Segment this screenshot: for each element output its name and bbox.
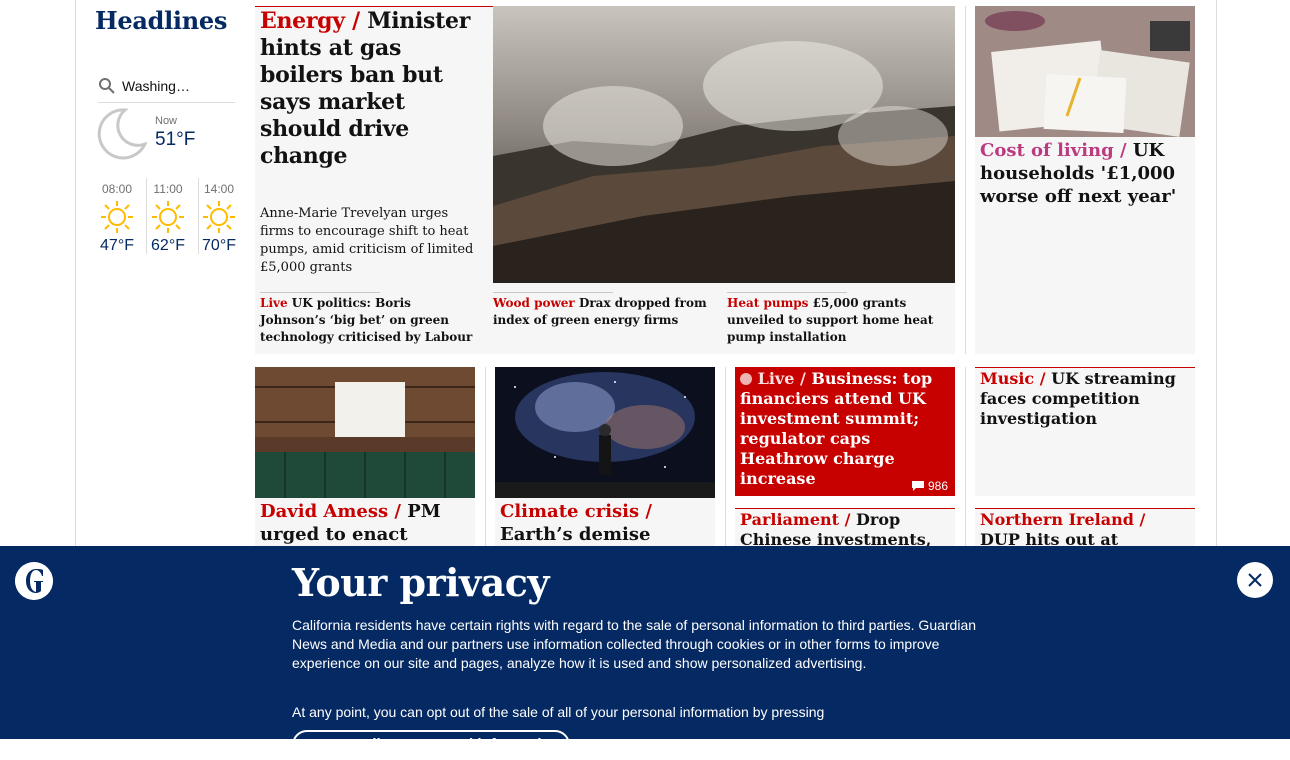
weather-now-label: Now — [155, 115, 178, 127]
card-kicker: Music — [980, 369, 1035, 388]
privacy-text-optout: At any point, you can opt out of the sal… — [292, 704, 825, 720]
main-standfirst: Anne-Marie Trevelyan urges firms to enco… — [260, 206, 474, 275]
card-kicker: David Amess — [260, 501, 389, 522]
section-rule — [975, 367, 1195, 368]
business-headline[interactable]: Live / Business: top financiers attend U… — [740, 369, 950, 489]
privacy-title: Your privacy — [292, 560, 550, 605]
guardian-logo-icon — [15, 562, 53, 600]
sublink-text: UK politics: Boris Johnson’s ‘big bet’ o… — [260, 296, 473, 344]
forecast-time: 08:00 — [101, 182, 133, 196]
forecast-item: 14:00 70°F — [194, 178, 244, 254]
sublink-kicker: Heat pumps — [727, 296, 809, 310]
column-divider — [485, 367, 486, 547]
close-button[interactable] — [1237, 562, 1273, 598]
sun-icon — [152, 201, 184, 233]
music-headline[interactable]: Music / UK streaming faces competition i… — [980, 369, 1190, 429]
kicker-slash: / — [639, 501, 652, 522]
sun-icon — [101, 201, 133, 233]
space-speaker-image — [495, 367, 715, 498]
forecast-temp: 70°F — [202, 237, 236, 254]
forecast-temp: 47°F — [100, 237, 134, 254]
section-title: Headlines — [95, 6, 228, 35]
column-divider — [965, 367, 966, 547]
sublink-2[interactable]: Wood power Drax dropped from index of gr… — [493, 295, 708, 329]
section-rule — [735, 508, 955, 509]
forecast-temp: 62°F — [151, 237, 185, 254]
kicker-slash: / — [1113, 140, 1133, 161]
card-kicker: Northern Ireland — [980, 510, 1134, 529]
kicker-slash: / — [344, 8, 368, 34]
kicker-slash: / — [1034, 369, 1052, 388]
forecast-item: 11:00 62°F — [143, 178, 193, 254]
bills-paperwork-image — [975, 6, 1195, 137]
kicker-slash: / — [794, 369, 812, 388]
card-kicker: Parliament — [740, 510, 840, 529]
live-dot-icon — [740, 373, 752, 385]
committee-room-image — [255, 367, 475, 498]
search-icon — [99, 78, 115, 94]
sublink-rule — [260, 292, 380, 293]
sublink-kicker: Live — [260, 296, 288, 310]
sublink-1[interactable]: Live UK politics: Boris Johnson’s ‘big b… — [260, 295, 475, 346]
sublink-kicker: Wood power — [493, 296, 575, 310]
section-rule — [975, 508, 1195, 509]
comment-icon — [912, 481, 924, 491]
kicker-slash: / — [1133, 510, 1146, 529]
weather-location-search[interactable]: Washing… — [98, 70, 235, 103]
comment-count[interactable]: 986 — [912, 479, 948, 493]
main-headline[interactable]: Energy / Minister hints at gas boilers b… — [260, 8, 485, 170]
kicker-slash: / — [388, 501, 408, 522]
sun-icon — [203, 201, 235, 233]
moon-icon — [97, 108, 147, 160]
card-kicker: Live — [757, 369, 795, 388]
weather-location-label: Washing… — [122, 78, 190, 94]
sublink-3[interactable]: Heat pumps £5,000 grants unveiled to sup… — [727, 295, 942, 346]
column-divider — [725, 367, 726, 547]
privacy-text: California residents have certain rights… — [292, 617, 977, 671]
cost-of-living-headline[interactable]: Cost of living / UK households '£1,000 w… — [980, 139, 1180, 208]
comment-count-value: 986 — [928, 479, 949, 493]
houses-chimneys-image — [493, 6, 955, 283]
forecast-time: 14:00 — [203, 182, 235, 196]
sublink-rule — [493, 292, 613, 293]
do-not-sell-button[interactable]: Do not sell my personal information — [292, 730, 570, 760]
close-icon — [1248, 573, 1262, 587]
forecast-item: 08:00 47°F — [92, 178, 142, 254]
card-kicker: Cost of living — [980, 140, 1114, 161]
main-kicker: Energy — [260, 8, 345, 34]
column-divider — [965, 6, 966, 354]
card-kicker: Climate crisis — [500, 501, 640, 522]
weather-now-temp: 51°F — [155, 129, 196, 150]
sublink-rule — [727, 292, 847, 293]
forecast-time: 11:00 — [153, 182, 183, 196]
kicker-slash: / — [839, 510, 857, 529]
